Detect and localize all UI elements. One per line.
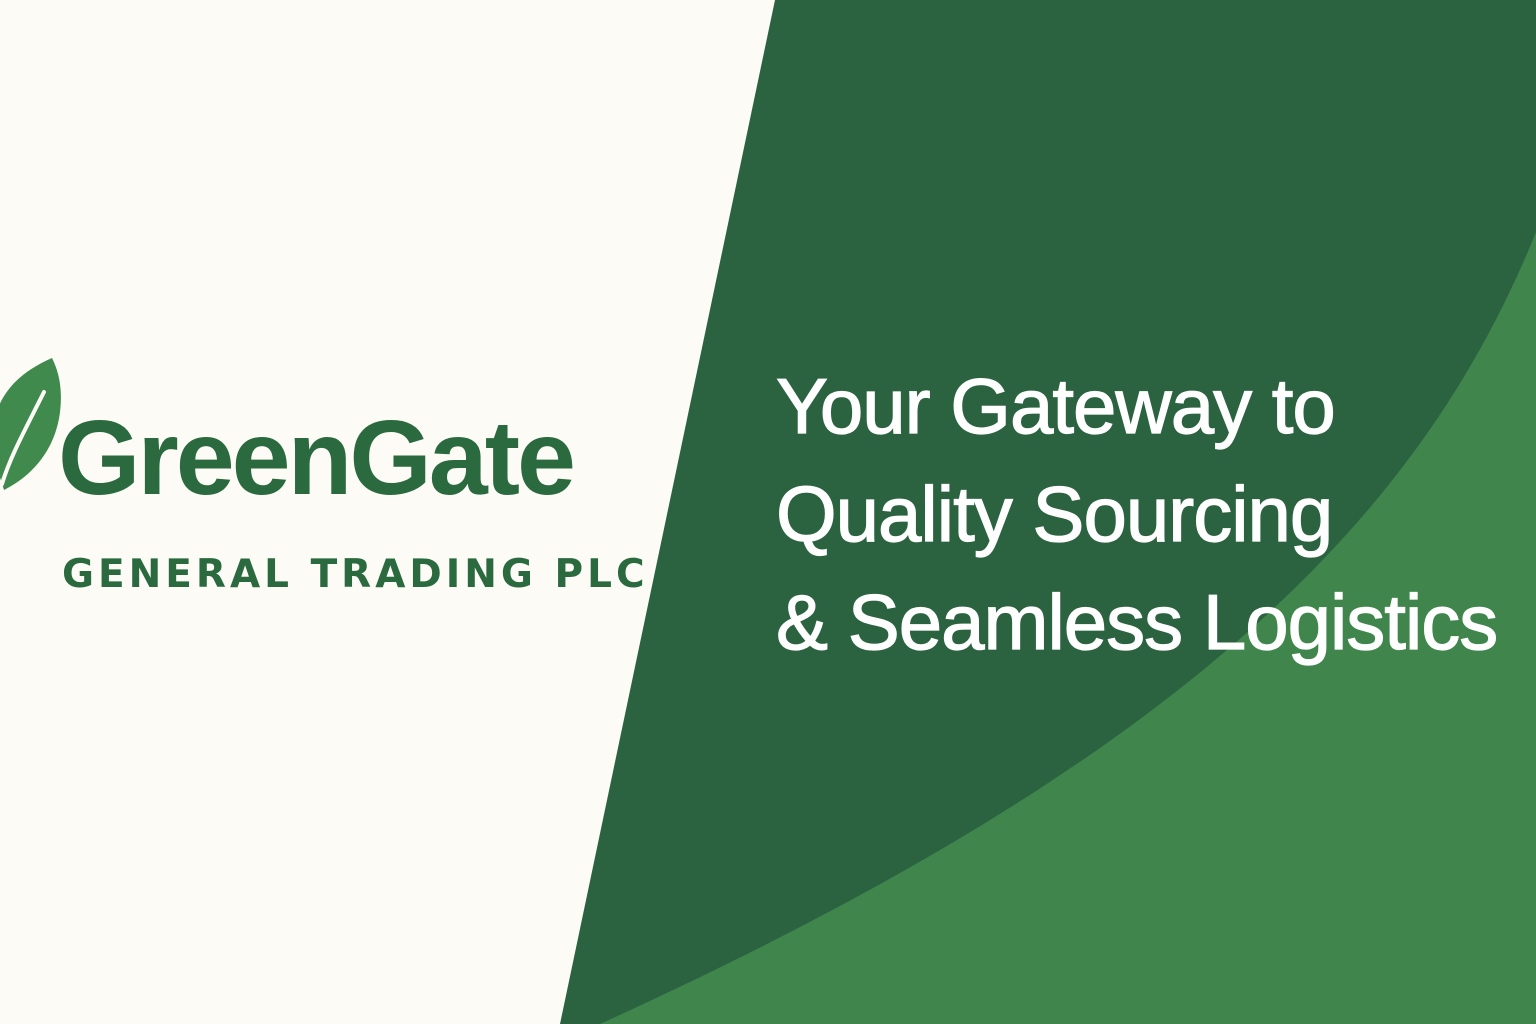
leaf-icon bbox=[0, 358, 61, 490]
tagline-line: & Seamless Logistics bbox=[775, 577, 1499, 666]
brand-subtitle: GENERAL TRADING PLC bbox=[62, 552, 649, 597]
tagline-line: Your Gateway to bbox=[775, 361, 1336, 450]
tagline: Your Gateway to Quality Sourcing & Seaml… bbox=[775, 352, 1499, 676]
tagline-line: Quality Sourcing bbox=[775, 469, 1333, 558]
brand-name: GreenGate bbox=[58, 399, 576, 517]
banner: GreenGate GENERAL TRADING PLC Your Gatew… bbox=[0, 0, 1536, 1024]
